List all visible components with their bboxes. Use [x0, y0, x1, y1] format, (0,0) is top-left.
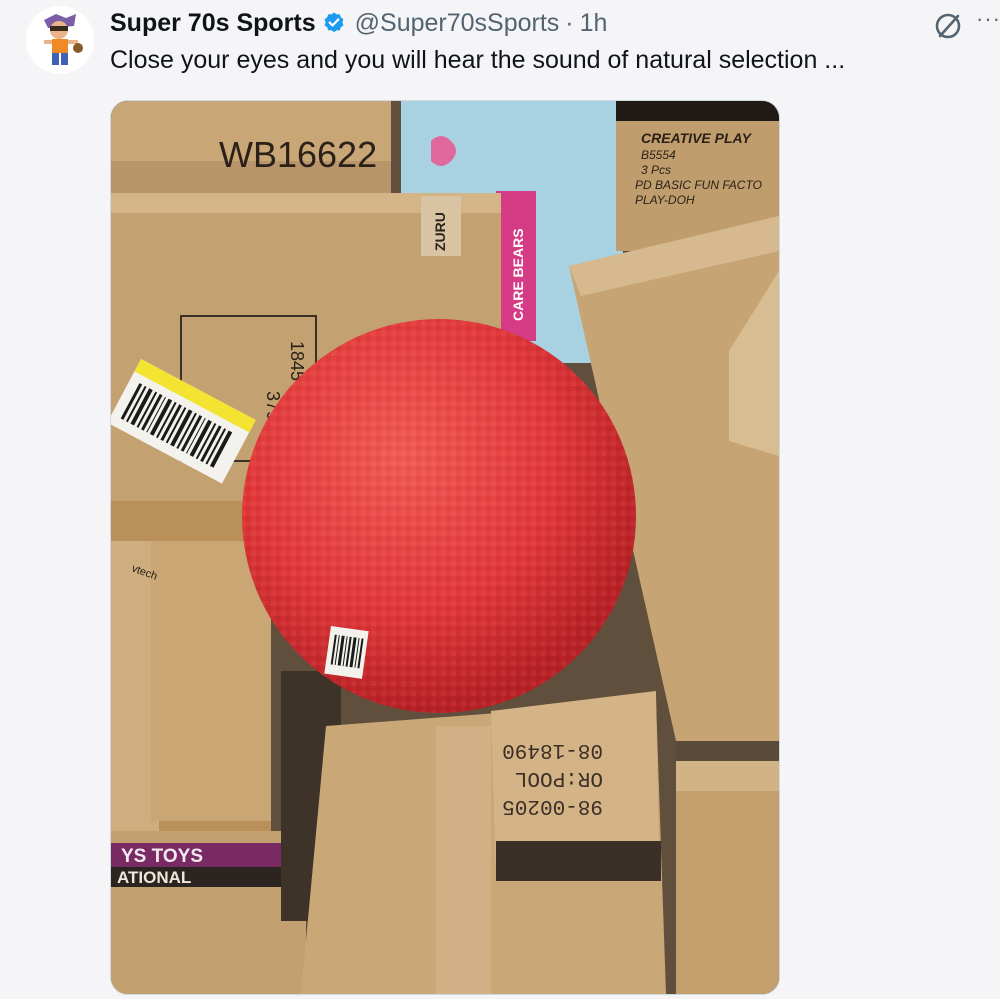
box-label-wb16622: WB16622 [219, 134, 377, 175]
box-bottom-right [676, 761, 779, 994]
svg-text:3 Pcs: 3 Pcs [641, 163, 671, 177]
cartoon-athlete-avatar [26, 6, 94, 74]
ball-barcode-sticker [324, 626, 369, 679]
box-wb16622: WB16622 [111, 101, 391, 201]
svg-text:OR:POOL: OR:POOL [515, 766, 603, 789]
svg-text:ZURU: ZURU [432, 212, 448, 251]
red-ball [242, 319, 636, 713]
tweet-text: Close your eyes and you will hear the so… [110, 46, 846, 74]
svg-text:ATIONAL: ATIONAL [117, 868, 191, 887]
svg-text:CREATIVE PLAY: CREATIVE PLAY [641, 130, 753, 146]
tweet-photo[interactable]: WB16622 CARE BEARS CREATIVE PLAY B5554 3… [110, 100, 780, 995]
svg-text:PD BASIC FUN FACTO: PD BASIC FUN FACTO [635, 178, 762, 192]
avatar[interactable] [26, 6, 94, 74]
box-bottom-center: 98-00205 OR:POOL 08-18490 [301, 691, 666, 994]
author-name[interactable]: Super 70s Sports [110, 9, 316, 38]
more-icon[interactable]: ··· [976, 6, 1000, 32]
svg-text:B5554: B5554 [641, 148, 676, 162]
tweet: Super 70s Sports @Super70sSports · 1h ··… [0, 0, 1000, 999]
timestamp[interactable]: 1h [580, 9, 608, 38]
svg-text:08-18490: 08-18490 [502, 738, 603, 761]
tweet-header: Super 70s Sports @Super70sSports · 1h [110, 8, 607, 38]
author-handle[interactable]: @Super70sSports [355, 9, 560, 38]
separator-dot: · [565, 8, 574, 37]
grok-icon[interactable] [930, 8, 966, 44]
photo-scene: WB16622 CARE BEARS CREATIVE PLAY B5554 3… [111, 101, 779, 994]
svg-text:98-00205: 98-00205 [502, 794, 603, 817]
svg-text:PLAY-DOH: PLAY-DOH [635, 193, 695, 207]
box-label-care-bears: CARE BEARS [510, 228, 526, 321]
verified-badge-icon [322, 11, 346, 35]
svg-text:YS TOYS: YS TOYS [121, 846, 203, 867]
